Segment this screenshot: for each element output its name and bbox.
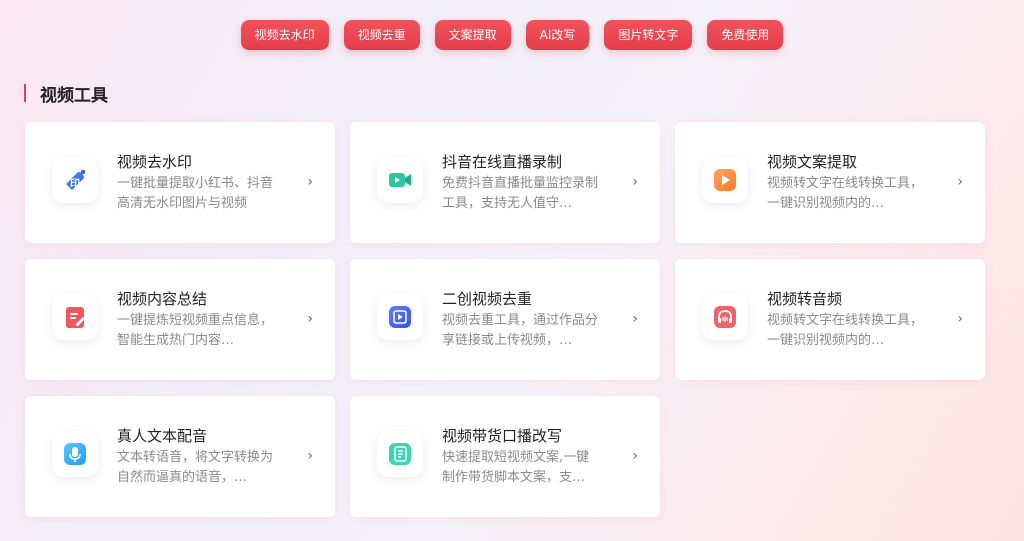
- tag-video-watermark-remove[interactable]: 视频去水印: [240, 20, 329, 50]
- section-title: 视频工具: [40, 85, 108, 106]
- tool-card-douyin-live-record[interactable]: 抖音在线直播录制 免费抖音直播批量监控录制工具，支持无人值守… ›: [350, 122, 660, 243]
- chevron-right-icon: ›: [632, 311, 638, 327]
- tool-card-video-to-audio[interactable]: 视频转音频 视频转文字在线转换工具，一键识别视频内的… ›: [675, 259, 985, 380]
- tool-card-video-watermark[interactable]: 印 视频去水印 一键批量提取小红书、抖音高清无水印图片与视频 ›: [25, 122, 335, 243]
- card-description: 视频去重工具，通过作品分享链接或上传视频，…: [442, 313, 599, 348]
- card-description: 视频转文字在线转换工具，一键识别视频内的…: [767, 176, 924, 211]
- card-title: 抖音在线直播录制: [442, 153, 563, 171]
- card-title: 视频转音频: [767, 290, 843, 308]
- tag-free-use[interactable]: 免费使用: [707, 20, 784, 50]
- chevron-right-icon: ›: [307, 174, 313, 190]
- card-title: 视频带货口播改写: [442, 427, 563, 445]
- card-description: 免费抖音直播批量监控录制工具，支持无人值守…: [442, 176, 599, 211]
- microphone-icon: [52, 431, 98, 477]
- card-description: 视频转文字在线转换工具，一键识别视频内的…: [767, 313, 924, 348]
- card-description: 文本转语音，将文字转换为自然而逼真的语音，…: [117, 450, 274, 485]
- section-header: 视频工具: [24, 82, 108, 106]
- document-edit-icon: [52, 294, 98, 340]
- play-icon: [702, 157, 748, 203]
- card-title: 二创视频去重: [442, 290, 533, 308]
- card-title: 视频文案提取: [767, 153, 858, 171]
- svg-text:印: 印: [70, 178, 80, 190]
- tool-card-video-copy-extract[interactable]: 视频文案提取 视频转文字在线转换工具，一键识别视频内的… ›: [675, 122, 985, 243]
- tool-card-video-summary[interactable]: 视频内容总结 一键提炼短视频重点信息，智能生成热门内容… ›: [25, 259, 335, 380]
- card-description: 一键提炼短视频重点信息，智能生成热门内容…: [117, 313, 274, 348]
- card-description: 一键批量提取小红书、抖音高清无水印图片与视频: [117, 176, 274, 211]
- chevron-right-icon: ›: [632, 174, 638, 190]
- tag-ai-rewrite[interactable]: AI改写: [525, 20, 590, 50]
- top-tag-bar: 视频去水印 视频去重 文案提取 AI改写 图片转文字 免费使用: [0, 20, 1024, 50]
- chevron-right-icon: ›: [632, 448, 638, 464]
- chevron-right-icon: ›: [957, 311, 963, 327]
- watermark-icon: 印: [52, 157, 98, 203]
- tool-grid: 印 视频去水印 一键批量提取小红书、抖音高清无水印图片与视频 › 抖音在线直播录…: [25, 122, 985, 517]
- chevron-right-icon: ›: [307, 311, 313, 327]
- headphones-icon: [702, 294, 748, 340]
- video-file-icon: [377, 294, 423, 340]
- tag-image-to-text[interactable]: 图片转文字: [604, 20, 693, 50]
- video-camera-icon: [377, 157, 423, 203]
- script-icon: [377, 431, 423, 477]
- chevron-right-icon: ›: [957, 174, 963, 190]
- chevron-right-icon: ›: [307, 448, 313, 464]
- tool-card-live-script-rewrite[interactable]: 视频带货口播改写 快速提取短视频文案,一键制作带货脚本文案，支… ›: [350, 396, 660, 517]
- section-accent-bar: [24, 84, 26, 102]
- card-title: 视频去水印: [117, 153, 193, 171]
- card-title: 视频内容总结: [117, 290, 208, 308]
- tag-video-dedup[interactable]: 视频去重: [343, 20, 420, 50]
- tag-copy-extract[interactable]: 文案提取: [434, 20, 511, 50]
- card-description: 快速提取短视频文案,一键制作带货脚本文案，支…: [442, 450, 590, 485]
- tool-card-text-to-speech[interactable]: 真人文本配音 文本转语音，将文字转换为自然而逼真的语音，… ›: [25, 396, 335, 517]
- card-title: 真人文本配音: [117, 427, 208, 445]
- tool-card-video-dedup[interactable]: 二创视频去重 视频去重工具，通过作品分享链接或上传视频，… ›: [350, 259, 660, 380]
